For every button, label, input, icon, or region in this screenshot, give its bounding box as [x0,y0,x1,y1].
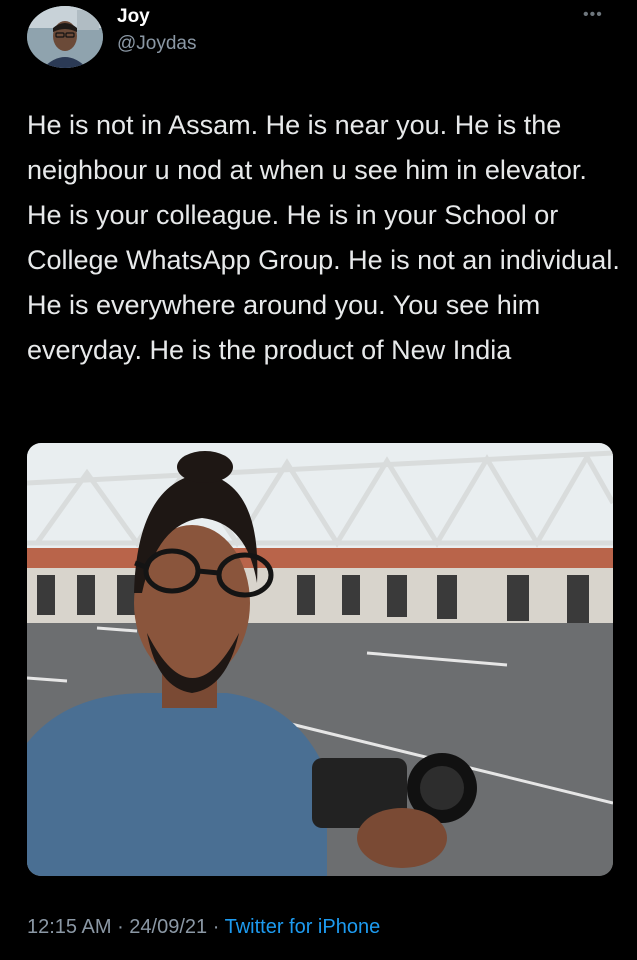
tweet-source-link[interactable]: Twitter for iPhone [225,916,381,938]
photo-selfie-man-camera [27,443,613,876]
meta-separator: · [207,916,225,938]
author-handle[interactable]: @Joydas [117,33,197,55]
avatar-photo [27,6,103,68]
tweet-photo[interactable] [27,443,613,876]
author-name[interactable]: Joy [117,6,150,28]
meta-separator: · [111,916,130,938]
tweet-text: He is not in Assam. He is near you. He i… [27,110,620,365]
tweet-meta: 12:15 AM · 24/09/21 · Twitter for iPhone [27,916,380,939]
tweet-date[interactable]: 24/09/21 [129,916,207,938]
author-avatar[interactable] [27,6,103,68]
tweet-time[interactable]: 12:15 AM [27,916,112,938]
more-options-icon[interactable]: ••• [583,6,603,24]
